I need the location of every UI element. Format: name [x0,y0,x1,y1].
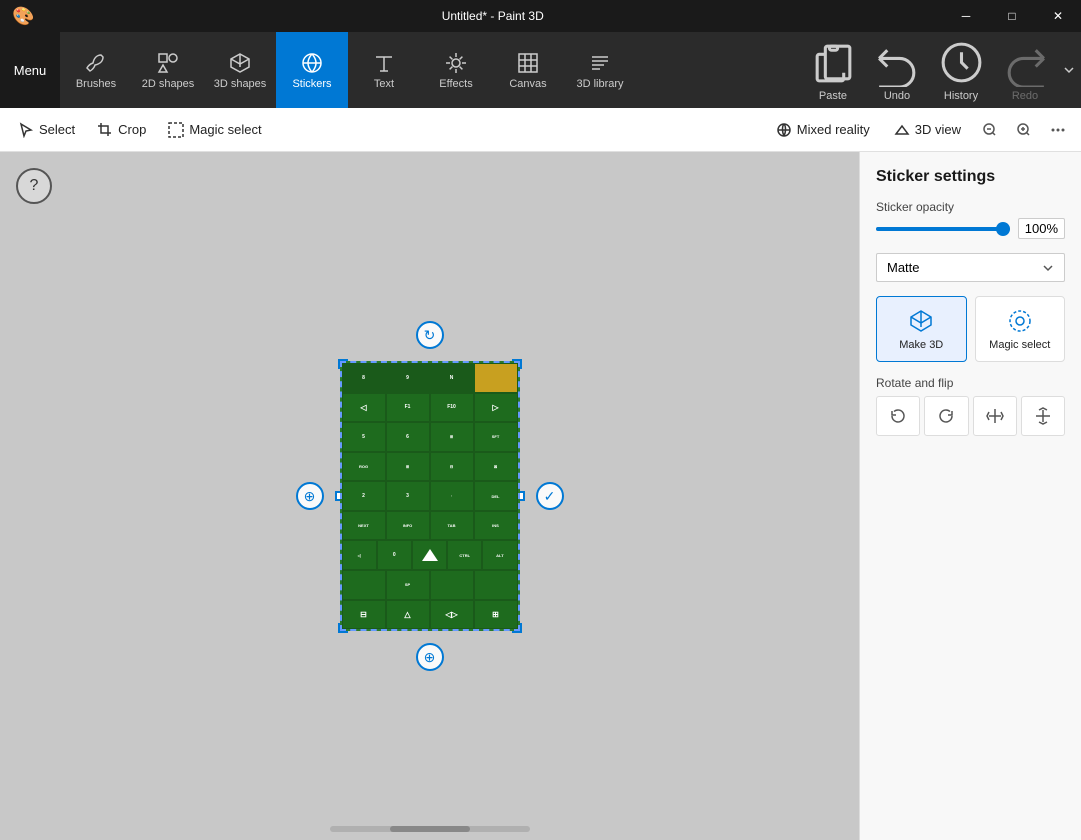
magic-select-tool[interactable]: Magic select [158,118,271,142]
scrollbar[interactable] [330,826,530,832]
brushes-icon [84,51,108,75]
sticker-image: 8 9 N ◁ F1 F10 ▷ 5 6 ⊞ SFT [340,361,520,631]
toolbar-text[interactable]: Text [348,32,420,108]
main: ? ↻ ⊕ ✓ 8 9 N [0,152,1081,840]
paste-icon [809,38,858,87]
menu-button[interactable]: Menu [0,32,60,108]
toolbar: Menu Brushes 2D shapes 3D shapes Stic [0,32,1081,108]
toolbar-brushes[interactable]: Brushes [60,32,132,108]
app-icon: 🎨 [12,6,34,27]
zoom-in-icon [1016,122,1032,138]
3d-library-icon [588,51,612,75]
move-handle[interactable]: ⊕ [416,643,444,671]
maximize-button[interactable]: □ [989,0,1035,32]
2d-shapes-icon [156,51,180,75]
cursor-icon [18,122,34,138]
confirm-handle[interactable]: ✓ [536,482,564,510]
make-3d-icon [907,307,935,335]
matte-label: Matte [887,260,920,275]
opacity-thumb[interactable] [996,222,1010,236]
flip-vertical-icon [1033,406,1053,426]
sticker-container[interactable]: ↻ ⊕ ✓ 8 9 N [330,351,530,641]
matte-dropdown[interactable]: Matte [876,253,1065,282]
rotate-left-button[interactable] [876,396,920,436]
opacity-label: Sticker opacity [876,200,1065,214]
zoom-in-button[interactable] [1009,115,1039,145]
opacity-value: 100% [1018,218,1065,239]
rotate-flip-buttons [876,396,1065,436]
subtoolbar-right: Mixed reality 3D view [766,115,1073,145]
mixed-reality-tool[interactable]: Mixed reality [766,118,880,142]
crop-tool[interactable]: Crop [87,118,156,142]
paste-button[interactable]: Paste [801,32,865,108]
close-button[interactable]: ✕ [1035,0,1081,32]
rotate-handle[interactable]: ↻ [416,321,444,349]
subtoolbar: Select Crop Magic select Mixed reality 3… [0,108,1081,152]
rotate-right-icon [936,406,956,426]
make-3d-button[interactable]: Make 3D [876,296,967,362]
titlebar-controls: ─ □ ✕ [943,0,1081,32]
rotate-left-icon [888,406,908,426]
panel-title: Sticker settings [876,168,1065,186]
redo-icon [1001,38,1050,87]
opacity-section: Sticker opacity 100% [876,200,1065,239]
toolbar-3d-library[interactable]: 3D library [564,32,636,108]
history-button[interactable]: History [929,32,993,108]
scrollbar-thumb[interactable] [390,826,470,832]
flip-horizontal-icon [985,406,1005,426]
toolbar-stickers[interactable]: Stickers [276,32,348,108]
zoom-out-icon [982,122,998,138]
more-icon [1050,122,1066,138]
undo-icon [873,38,922,87]
opacity-fill [876,227,1010,231]
more-options-button[interactable] [1043,115,1073,145]
3d-view-tool[interactable]: 3D view [884,118,971,142]
history-icon [937,38,986,87]
app-title: Untitled* - Paint 3D [442,9,544,23]
magic-select-panel-icon [1006,307,1034,335]
canvas-area[interactable]: ? ↻ ⊕ ✓ 8 9 N [0,152,859,840]
titlebar: 🎨 Untitled* - Paint 3D ─ □ ✕ [0,0,1081,32]
3d-shapes-icon [228,51,252,75]
effects-icon [444,51,468,75]
flip-vertical-button[interactable] [1021,396,1065,436]
mixed-reality-icon [776,122,792,138]
toolbar-effects[interactable]: Effects [420,32,492,108]
magic-select-panel-button[interactable]: Magic select [975,296,1066,362]
undo-button[interactable]: Undo [865,32,929,108]
select-tool[interactable]: Select [8,118,85,142]
canvas-icon [516,51,540,75]
toolbar-2d-shapes[interactable]: 2D shapes [132,32,204,108]
toolbar-3d-shapes[interactable]: 3D shapes [204,32,276,108]
crop-icon [97,122,113,138]
toolbar-right: Paste Undo History Redo [801,32,1081,108]
help-button[interactable]: ? [16,168,52,204]
toolbar-canvas[interactable]: Canvas [492,32,564,108]
chevron-up-icon [1061,62,1077,78]
magic-select-icon [168,122,184,138]
stickers-icon [300,51,324,75]
minimize-button[interactable]: ─ [943,0,989,32]
zoom-out-button[interactable] [975,115,1005,145]
stamp-handle[interactable]: ⊕ [296,482,324,510]
right-panel: Sticker settings Sticker opacity 100% Ma… [859,152,1081,840]
rotate-flip-label: Rotate and flip [876,376,1065,390]
chevron-down-icon [1042,262,1054,274]
3d-view-icon [894,122,910,138]
rotate-right-button[interactable] [924,396,968,436]
toolbar-chevron[interactable] [1057,32,1081,108]
text-icon [372,51,396,75]
rotate-flip-section: Rotate and flip [876,376,1065,436]
opacity-slider[interactable] [876,227,1010,231]
flip-horizontal-button[interactable] [973,396,1017,436]
action-buttons: Make 3D Magic select [876,296,1065,362]
redo-button[interactable]: Redo [993,32,1057,108]
opacity-row: 100% [876,218,1065,239]
